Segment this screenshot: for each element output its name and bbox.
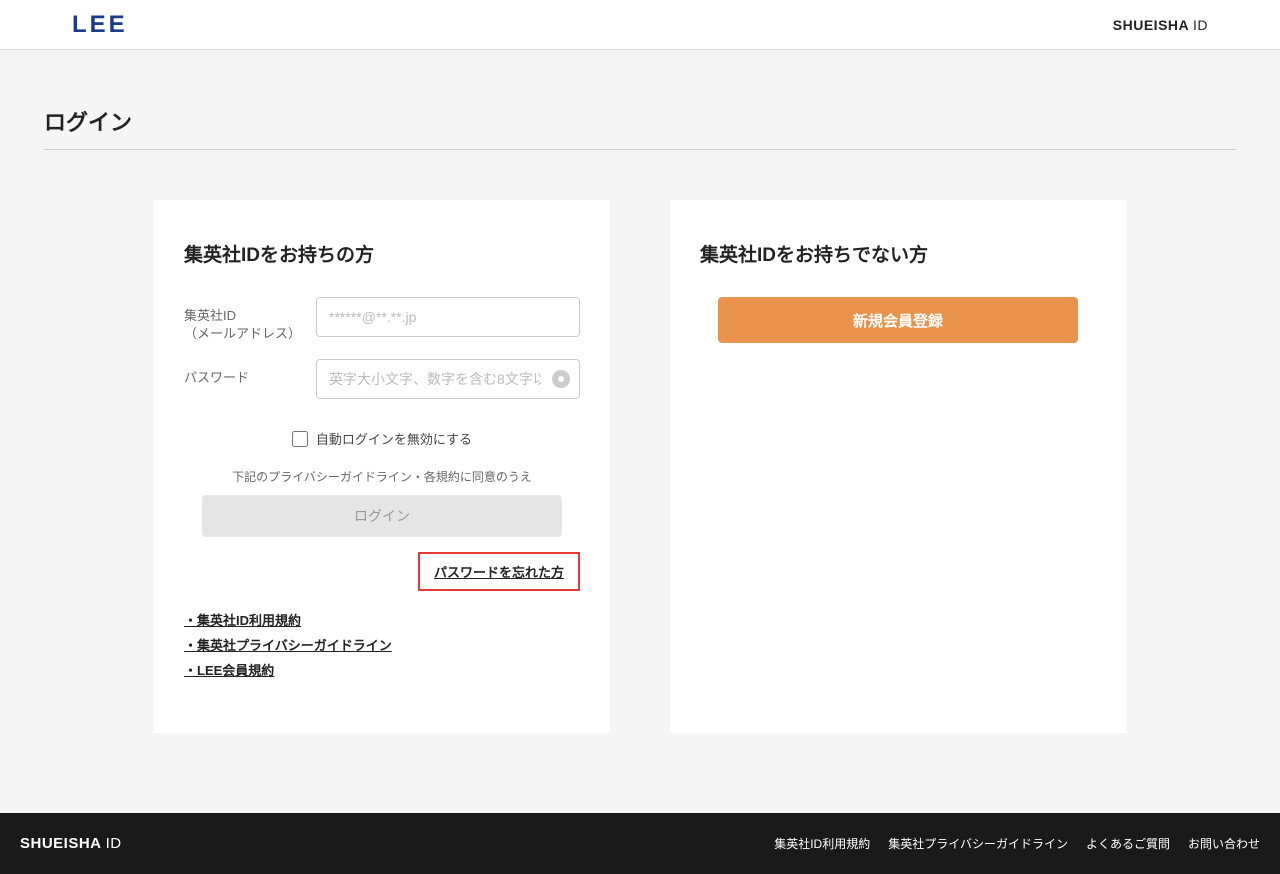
footer-logo[interactable]: SHUEISHA ID: [20, 835, 122, 852]
page-title: ログイン: [44, 50, 1236, 150]
id-input[interactable]: [316, 297, 580, 337]
password-input[interactable]: [316, 359, 580, 399]
footer-link-faq[interactable]: よくあるご質問: [1086, 835, 1170, 852]
footer-links: 集英社ID利用規約 集英社プライバシーガイドライン よくあるご質問 お問い合わせ: [774, 835, 1260, 852]
header: LEE SHUEISHA ID: [0, 0, 1280, 50]
register-panel-title: 集英社IDをお持ちでない方: [700, 240, 1096, 267]
login-button[interactable]: ログイン: [202, 495, 562, 537]
footer: SHUEISHA ID 集英社ID利用規約 集英社プライバシーガイドライン よく…: [0, 813, 1280, 874]
lee-logo[interactable]: LEE: [72, 11, 128, 39]
id-label: 集英社ID （メールアドレス）: [184, 297, 304, 343]
password-label: パスワード: [184, 359, 304, 387]
terms-link-privacy[interactable]: ・集英社プライバシーガイドライン: [184, 634, 580, 659]
panels: 集英社IDをお持ちの方 集英社ID （メールアドレス） パスワード: [44, 200, 1236, 813]
disable-auto-login-label: 自動ログインを無効にする: [316, 429, 472, 448]
footer-link-privacy[interactable]: 集英社プライバシーガイドライン: [888, 835, 1068, 852]
terms-link-id[interactable]: ・集英社ID利用規約: [184, 609, 580, 634]
footer-link-terms[interactable]: 集英社ID利用規約: [774, 835, 870, 852]
register-button[interactable]: 新規会員登録: [718, 297, 1078, 343]
register-panel: 集英社IDをお持ちでない方 新規会員登録: [670, 200, 1126, 733]
login-panel: 集英社IDをお持ちの方 集英社ID （メールアドレス） パスワード: [154, 200, 610, 733]
terms-links: ・集英社ID利用規約 ・集英社プライバシーガイドライン ・LEE会員規約: [184, 609, 580, 683]
consent-text: 下記のプライバシーガイドライン・各規約に同意のうえ: [184, 468, 580, 485]
footer-link-contact[interactable]: お問い合わせ: [1188, 835, 1260, 852]
login-panel-title: 集英社IDをお持ちの方: [184, 240, 580, 267]
eye-icon[interactable]: [552, 370, 570, 388]
shueisha-id-brand[interactable]: SHUEISHA ID: [1113, 17, 1208, 33]
disable-auto-login-checkbox[interactable]: [292, 431, 308, 447]
terms-link-lee[interactable]: ・LEE会員規約: [184, 659, 580, 684]
forgot-password-link[interactable]: パスワードを忘れた方: [418, 552, 580, 591]
